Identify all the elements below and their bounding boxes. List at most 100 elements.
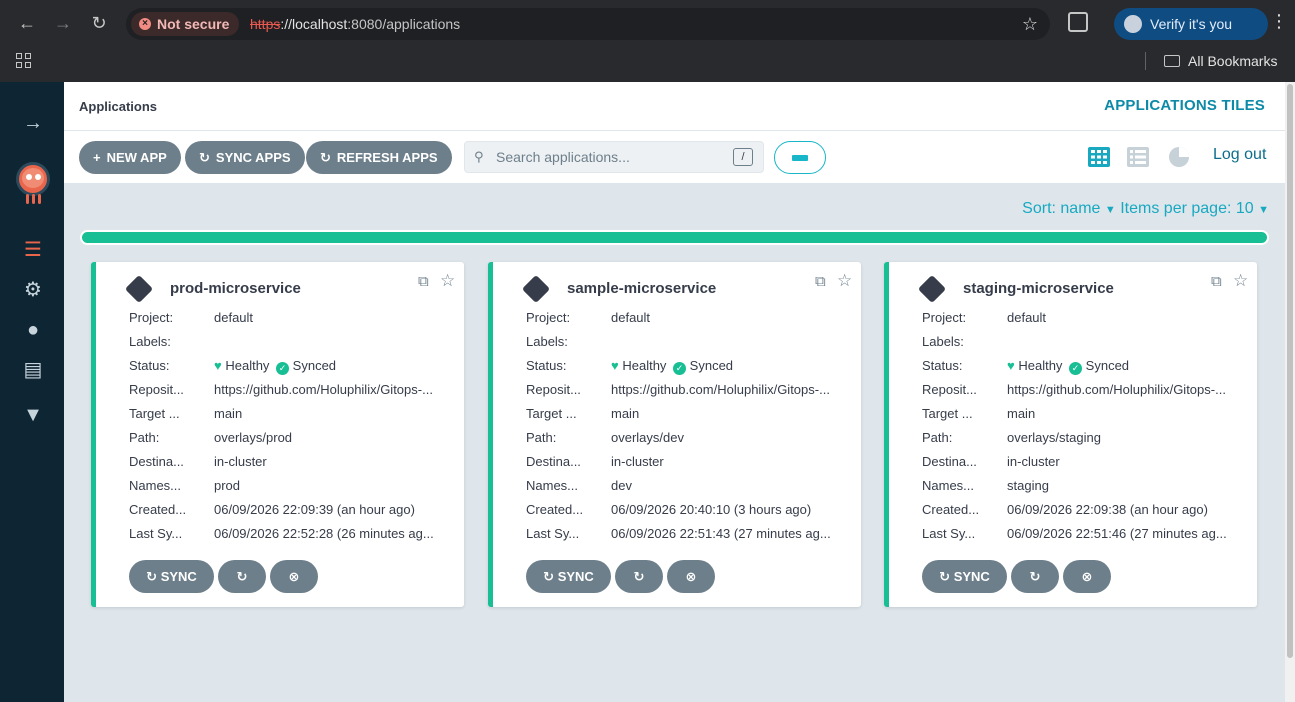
toolbar: + NEW APP ↻ SYNC APPS ↻ REFRESH APPS ⚲ Sear…	[64, 131, 1285, 183]
documentation-nav-icon[interactable]: ▤	[20, 357, 46, 383]
field-label: Last Sy...	[129, 526, 183, 541]
url-scheme: https	[250, 16, 281, 32]
sync-label: SYNC	[557, 569, 594, 584]
url-host: ://localhost	[280, 16, 348, 32]
items-per-page-dropdown[interactable]: Items per page: 10 ▼	[1120, 200, 1269, 217]
apps-grid-icon[interactable]	[16, 53, 32, 69]
all-bookmarks-label: All Bookmarks	[1188, 53, 1278, 69]
url-path: :8080/applications	[347, 16, 461, 32]
browser-toolbar: ← → ↻ × Not secure https://localhost:808…	[0, 0, 1295, 46]
external-link-icon[interactable]: ⧉	[1211, 273, 1222, 290]
profile-verify-button[interactable]: Verify it's you	[1114, 8, 1268, 40]
search-placeholder: Search applications...	[496, 149, 630, 165]
app-name[interactable]: staging-microservice	[963, 280, 1114, 297]
app-card[interactable]: prod-microservice ⧉ ☆ Project: default Labels…	[91, 262, 464, 607]
sync-status: Synced	[292, 358, 337, 373]
delete-button[interactable]: ⊗	[270, 560, 318, 593]
field-value: 06/09/2026 22:52:28 (26 minutes ag...	[214, 526, 434, 541]
favorite-star-icon[interactable]: ☆	[837, 271, 852, 291]
caret-down-icon: ▼	[1104, 204, 1116, 216]
refresh-button[interactable]: ↻	[615, 560, 663, 593]
sync-icon: ↻	[146, 569, 158, 584]
favorite-star-icon[interactable]: ☆	[440, 271, 455, 291]
list-view-icon[interactable]	[1126, 146, 1150, 168]
refresh-icon: ↻	[1029, 569, 1041, 584]
bookmark-star-icon[interactable]: ☆	[1022, 14, 1038, 35]
field-value: dev	[611, 478, 632, 493]
field-label: Destina...	[922, 454, 977, 469]
search-shortcut-badge: /	[733, 148, 753, 166]
favorite-star-icon[interactable]: ☆	[1233, 271, 1248, 291]
caret-down-icon: ▼	[1258, 204, 1269, 216]
external-link-icon[interactable]: ⧉	[418, 273, 429, 290]
field-label: Labels:	[129, 334, 171, 349]
scrollbar[interactable]	[1285, 82, 1295, 702]
field-label: Created...	[129, 502, 187, 517]
field-value: 06/09/2026 22:51:43 (27 minutes ag...	[611, 526, 831, 541]
scrollbar-thumb[interactable]	[1287, 84, 1293, 658]
security-chip[interactable]: × Not secure	[131, 12, 240, 36]
field-value: overlays/staging	[1007, 430, 1101, 445]
sync-button[interactable]: ↻ SYNC	[129, 560, 214, 593]
delete-button[interactable]: ⊗	[667, 560, 715, 593]
field-label: Target ...	[129, 406, 180, 421]
applications-nav-icon[interactable]: ☰	[20, 237, 46, 263]
field-label: Target ...	[526, 406, 577, 421]
refresh-button[interactable]: ↻	[218, 560, 266, 593]
search-input[interactable]: ⚲ Search applications... /	[464, 141, 764, 173]
check-circle-icon: ✓	[673, 362, 687, 375]
field-label: Project:	[129, 310, 174, 325]
refresh-button[interactable]: ↻	[1011, 560, 1059, 593]
all-bookmarks-button[interactable]: All Bookmarks	[1164, 51, 1277, 71]
health-status: Healthy	[1018, 358, 1063, 373]
browser-menu-icon[interactable]: ⋮	[1270, 11, 1288, 32]
field-label: Reposit...	[526, 382, 581, 397]
argo-logo[interactable]	[14, 162, 52, 206]
app-name[interactable]: sample-microservice	[567, 280, 716, 297]
address-bar[interactable]: × Not secure https://localhost:8080/appl…	[126, 8, 1050, 40]
check-circle-icon: ✓	[276, 362, 290, 375]
sort-label: Sort: name	[1022, 200, 1101, 217]
health-status: Healthy	[622, 358, 667, 373]
field-label: Path:	[129, 430, 160, 445]
app-name[interactable]: prod-microservice	[170, 280, 301, 297]
back-icon[interactable]: ←	[15, 11, 39, 35]
sort-controls: Sort: name ▼ Items per page: 10 ▼	[1022, 200, 1269, 218]
filter-icon[interactable]: ▼	[20, 402, 46, 428]
delete-button[interactable]: ⊗	[1063, 560, 1111, 593]
refresh-apps-label: REFRESH APPS	[336, 150, 438, 165]
field-label: Status:	[129, 358, 170, 373]
reload-icon[interactable]: ↻	[87, 11, 111, 35]
field-label: Labels:	[526, 334, 568, 349]
field-label: Status:	[922, 358, 963, 373]
field-value: in-cluster	[611, 454, 664, 469]
settings-nav-icon[interactable]: ⚙	[20, 277, 46, 303]
breadcrumb[interactable]: Applications	[79, 99, 157, 114]
extensions-icon[interactable]	[1068, 12, 1088, 32]
search-icon: ⚲	[474, 149, 484, 164]
app-card[interactable]: staging-microservice ⧉ ☆ Project: default Lab…	[884, 262, 1257, 607]
forward-icon[interactable]: →	[51, 11, 75, 35]
sync-button[interactable]: ↻ SYNC	[526, 560, 611, 593]
sync-button[interactable]: ↻ SYNC	[922, 560, 1007, 593]
git-icon	[124, 274, 154, 304]
field-value: prod	[214, 478, 241, 493]
refresh-apps-button[interactable]: ↻ REFRESH APPS	[306, 141, 452, 174]
summary-view-icon[interactable]	[1167, 146, 1191, 168]
field-label: Names...	[526, 478, 579, 493]
tiles-view-icon[interactable]	[1087, 146, 1111, 168]
user-info-nav-icon[interactable]: ●	[20, 317, 46, 343]
external-link-icon[interactable]: ⧉	[815, 273, 826, 290]
git-icon	[521, 274, 551, 304]
app-card[interactable]: sample-microservice ⧉ ☆ Project: default Labe…	[488, 262, 861, 607]
git-icon	[917, 274, 947, 304]
sync-apps-button[interactable]: ↻ SYNC APPS	[185, 141, 305, 174]
url-text[interactable]: https://localhost:8080/applications	[250, 8, 460, 40]
logout-link[interactable]: Log out	[1213, 146, 1266, 164]
sort-dropdown[interactable]: Sort: name ▼	[1022, 200, 1116, 217]
filter-toggle-button[interactable]	[774, 141, 826, 174]
new-app-button[interactable]: + NEW APP	[79, 141, 181, 174]
health-status: Healthy	[225, 358, 270, 373]
expand-sidebar-icon[interactable]: →	[20, 110, 46, 136]
field-value: ♥ Healthy ✓ Synced	[611, 354, 851, 378]
